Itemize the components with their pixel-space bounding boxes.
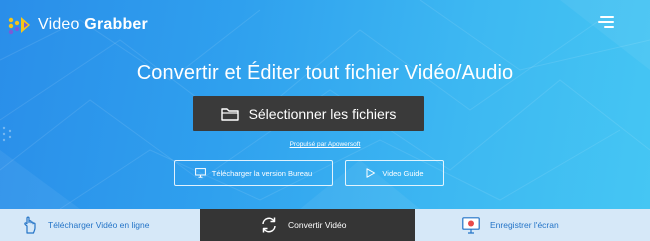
video-grabber-logo-icon: [8, 17, 30, 35]
convert-arrows-icon: [262, 217, 276, 233]
download-desktop-label: Télécharger la version Bureau: [211, 168, 313, 178]
tab-record-label: Enregistrer l'écran: [490, 220, 559, 230]
app-logo[interactable]: Video Grabber: [8, 14, 148, 36]
logo-text-bold: Grabber: [84, 16, 148, 33]
download-desktop-button[interactable]: Télécharger la version Bureau: [174, 160, 333, 186]
tab-download-online-video[interactable]: Télécharger Vidéo en ligne: [0, 209, 200, 241]
video-guide-label: Video Guide: [382, 168, 424, 178]
tab-convert-video[interactable]: Convertir Vidéo: [200, 209, 415, 241]
screen-record-icon: [462, 216, 480, 234]
logo-text-light: Video: [38, 16, 80, 33]
logo-text: Video Grabber: [38, 16, 148, 34]
tab-download-label: Télécharger Vidéo en ligne: [48, 220, 150, 230]
tab-record-screen[interactable]: Enregistrer l'écran: [415, 209, 650, 241]
hero-banner: Video Grabber Convertir et Éditer tout f…: [0, 0, 650, 209]
feature-tab-bar: Télécharger Vidéo en ligne Convertir Vid…: [0, 209, 650, 241]
monitor-icon: [194, 168, 206, 178]
play-icon: [366, 168, 376, 178]
tab-convert-label: Convertir Vidéo: [288, 220, 347, 230]
select-files-button[interactable]: Sélectionner les fichiers: [193, 96, 424, 131]
page-title: Convertir et Éditer tout fichier Vidéo/A…: [136, 62, 514, 84]
powered-by-link[interactable]: Propulsé par Apowersoft: [0, 141, 650, 148]
hand-pointer-icon: [24, 216, 36, 234]
video-guide-button[interactable]: Video Guide: [345, 160, 444, 186]
folder-icon: [220, 107, 239, 121]
select-files-label: Sélectionner les fichiers: [248, 105, 397, 122]
hamburger-menu-icon[interactable]: [598, 15, 616, 29]
